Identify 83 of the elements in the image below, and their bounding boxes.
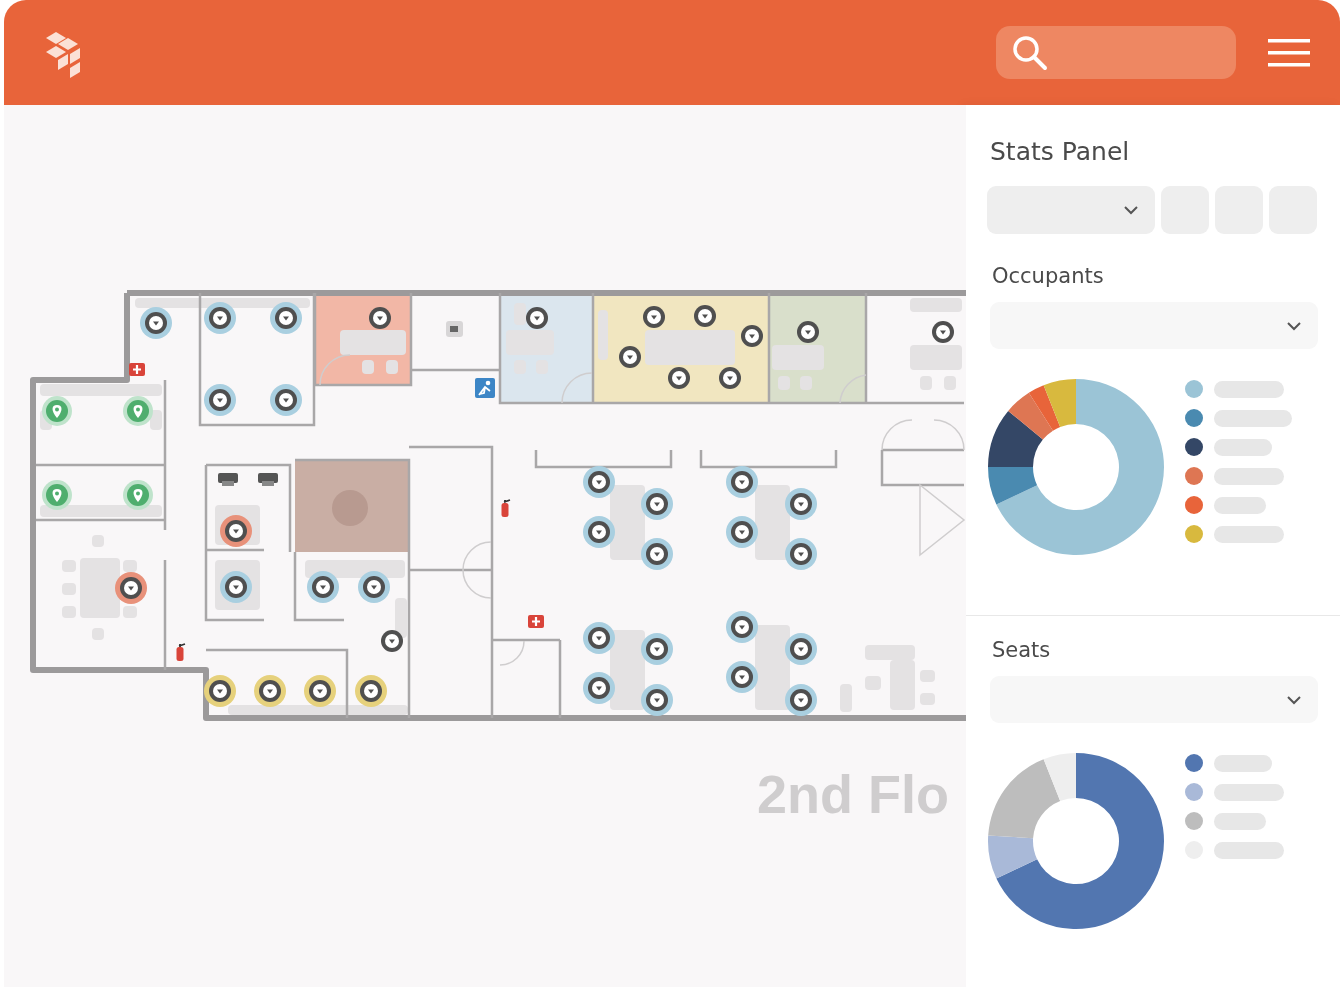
coffee-icon xyxy=(446,321,463,337)
location-pin-icon[interactable] xyxy=(123,396,153,426)
seat-marker[interactable] xyxy=(785,633,817,665)
placeholder-bar xyxy=(1214,496,1266,514)
first-aid-icon xyxy=(129,363,145,376)
seat-marker[interactable] xyxy=(220,515,252,547)
seat-marker[interactable] xyxy=(307,571,339,603)
chevron-down-icon xyxy=(1286,694,1302,705)
seat-marker[interactable] xyxy=(583,466,615,498)
seat-marker[interactable] xyxy=(583,672,615,704)
furniture xyxy=(506,330,554,355)
placeholder-bar xyxy=(1214,525,1284,543)
printer-icon xyxy=(258,473,278,486)
furniture xyxy=(340,330,406,355)
printer-icon xyxy=(218,473,238,486)
placeholder-bar xyxy=(1214,467,1284,485)
location-pin-icon[interactable] xyxy=(42,396,72,426)
placeholder-bar xyxy=(1214,841,1284,859)
seat-marker[interactable] xyxy=(619,346,641,368)
furniture xyxy=(395,598,407,638)
seat-marker[interactable] xyxy=(726,611,758,643)
placeholder-bar xyxy=(1214,812,1266,830)
menu-icon[interactable] xyxy=(1268,38,1310,67)
seat-marker[interactable] xyxy=(726,661,758,693)
section-title: Occupants xyxy=(992,264,1105,288)
seat-marker[interactable] xyxy=(641,488,673,520)
seat-marker[interactable] xyxy=(932,321,954,343)
furniture xyxy=(80,558,120,618)
fire-extinguisher-icon xyxy=(176,643,186,661)
furniture xyxy=(800,376,812,390)
placeholder-bar xyxy=(1214,438,1272,456)
section-title: Seats xyxy=(992,638,1052,662)
seat-marker[interactable] xyxy=(381,630,403,652)
search-icon xyxy=(1011,33,1049,72)
panel-title: Stats Panel xyxy=(990,137,1131,166)
search-field[interactable] xyxy=(996,26,1236,79)
seat-marker[interactable] xyxy=(583,516,615,548)
seat-marker[interactable] xyxy=(204,384,236,416)
person-icon xyxy=(475,378,495,398)
seat-marker[interactable] xyxy=(719,367,741,389)
seat-marker[interactable] xyxy=(726,466,758,498)
seat-marker[interactable] xyxy=(641,538,673,570)
chevron-down-icon xyxy=(1123,205,1139,215)
fire-extinguisher-icon xyxy=(501,499,511,517)
seat-marker[interactable] xyxy=(785,684,817,716)
seat-marker[interactable] xyxy=(526,307,548,329)
seat-marker[interactable] xyxy=(583,622,615,654)
seat-marker[interactable] xyxy=(220,571,252,603)
seat-marker[interactable] xyxy=(797,321,819,343)
seat-marker[interactable] xyxy=(270,384,302,416)
furniture xyxy=(772,345,824,370)
first-aid-icon xyxy=(528,615,544,628)
seat-marker[interactable] xyxy=(369,307,391,329)
location-pin-icon[interactable] xyxy=(123,480,153,510)
seat-marker[interactable] xyxy=(694,305,716,327)
seat-marker[interactable] xyxy=(726,516,758,548)
seat-marker[interactable] xyxy=(785,488,817,520)
placeholder-bar xyxy=(1214,380,1284,398)
furniture xyxy=(386,360,398,374)
seat-marker[interactable] xyxy=(741,325,763,347)
seat-marker[interactable] xyxy=(668,367,690,389)
seat-marker[interactable] xyxy=(140,307,172,339)
furniture xyxy=(778,376,790,390)
seat-marker[interactable] xyxy=(304,675,336,707)
furniture xyxy=(123,560,137,572)
furniture xyxy=(362,360,374,374)
seat-marker[interactable] xyxy=(643,306,665,328)
seat-marker[interactable] xyxy=(115,572,147,604)
placeholder-bar xyxy=(1214,783,1284,801)
seat-marker[interactable] xyxy=(270,302,302,334)
chevron-down-icon xyxy=(1286,320,1302,331)
location-pin-icon[interactable] xyxy=(42,480,72,510)
seat-marker[interactable] xyxy=(785,538,817,570)
seat-marker[interactable] xyxy=(204,675,236,707)
seat-marker[interactable] xyxy=(641,633,673,665)
seat-marker[interactable] xyxy=(254,675,286,707)
furniture xyxy=(598,310,608,360)
seat-marker[interactable] xyxy=(641,684,673,716)
seat-marker[interactable] xyxy=(204,302,236,334)
seat-marker[interactable] xyxy=(355,675,387,707)
seat-marker[interactable] xyxy=(358,571,390,603)
furniture xyxy=(514,303,526,325)
placeholder-bar xyxy=(1214,754,1272,772)
